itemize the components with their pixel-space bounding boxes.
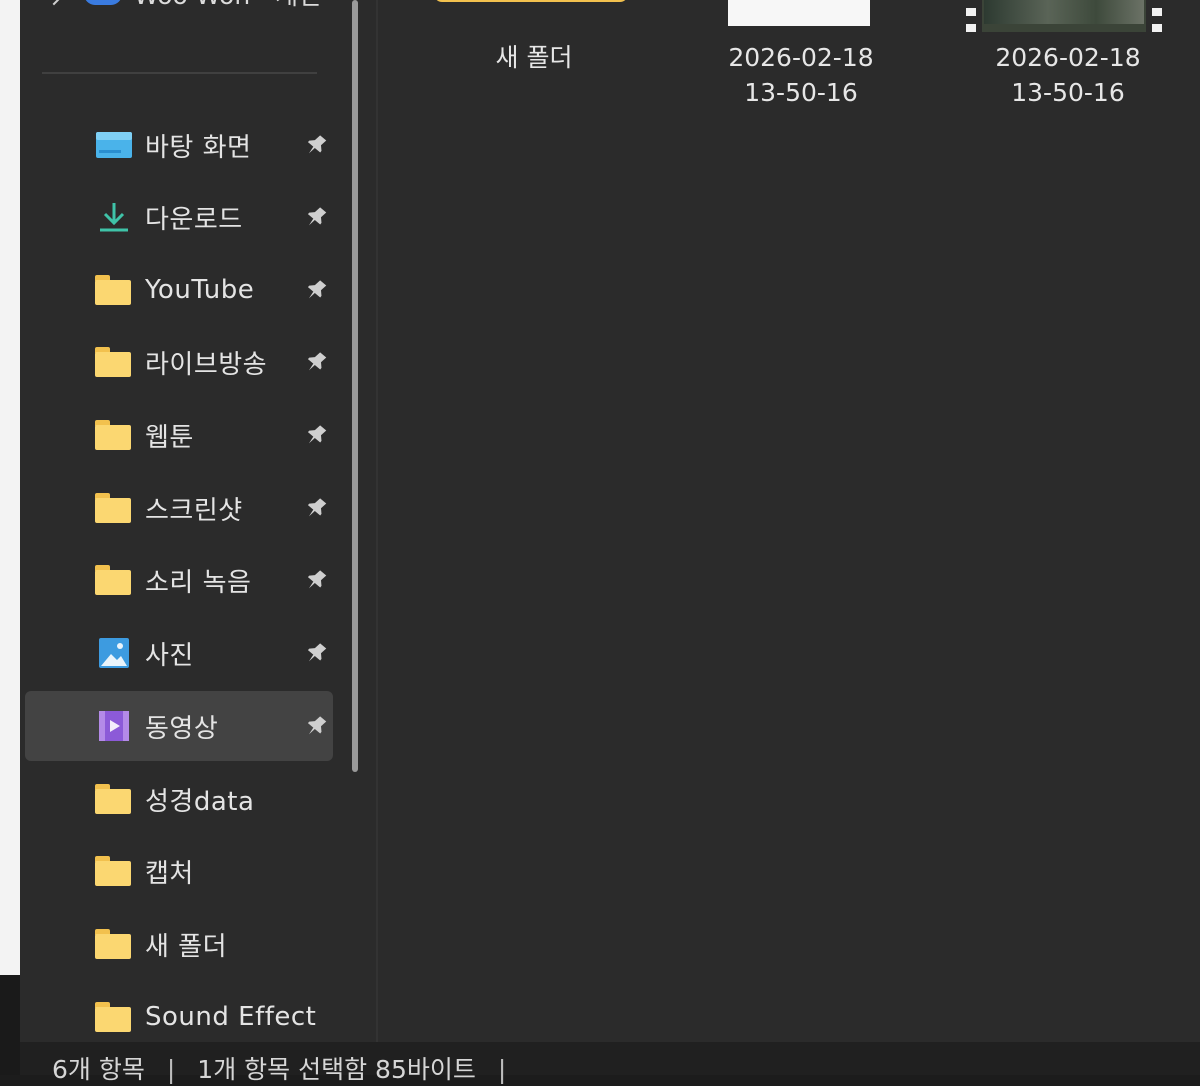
file-name-date: 2026-02-18 [728,43,874,72]
sidebar-item-screenshots[interactable]: 스크린샷 [25,473,333,543]
pin-icon[interactable] [303,277,329,303]
folder-thumbnail[interactable] [434,0,628,2]
selection-info: 1개 항목 선택함 85바이트 [197,1055,476,1084]
chevron-right-icon[interactable] [42,0,66,6]
sidebar-item-label: 다운로드 [145,204,243,235]
sidebar-item-capture[interactable]: 캡처 [25,836,333,906]
pin-icon[interactable] [303,495,329,521]
sidebar-item-bible-data[interactable]: 성경data [25,764,333,834]
film-strip-right [1146,0,1166,32]
pin-icon[interactable] [303,713,329,739]
image-thumbnail[interactable] [728,0,870,26]
nav-divider [42,72,317,74]
film-hole [966,8,976,16]
nav-scrollbar-thumb[interactable] [352,0,358,772]
folder-icon [95,420,133,450]
folder-icon [95,347,133,377]
sidebar-item-webtoon[interactable]: 웹툰 [25,400,333,470]
folder-icon [95,784,133,814]
nav-item-label: Woo Won - 개인 [134,0,324,12]
sidebar-item-new-folder[interactable]: 새 폴더 [25,909,333,979]
pictures-icon [99,638,129,668]
file-item-new-folder[interactable]: 새 폴더 [424,40,644,75]
sidebar-item-label: 스크린샷 [145,495,243,526]
pin-icon[interactable] [303,132,329,158]
film-hole [1152,8,1162,16]
sidebar-item-desktop[interactable]: 바탕 화면 [25,110,333,180]
folder-icon [95,929,133,959]
sidebar-item-pictures[interactable]: 사진 [25,618,333,688]
sidebar-item-live-broadcast[interactable]: 라이브방송 [25,327,333,397]
background-window-edge [0,0,20,975]
sidebar-item-label: 캡처 [145,858,194,889]
folder-icon [95,856,133,886]
status-text: 6개 항목 | 1개 항목 선택함 85바이트 | [52,1050,528,1086]
pin-icon[interactable] [303,204,329,230]
desktop-icon [96,132,132,158]
sidebar-item-label: 새 폴더 [145,931,228,962]
pin-icon[interactable] [303,640,329,666]
sidebar-item-label: 성경data [145,786,255,817]
file-name-time: 13-50-16 [1011,78,1125,107]
film-strip-left [962,0,982,32]
sidebar-item-label: 바탕 화면 [145,132,252,163]
videos-icon [99,711,129,741]
file-item-capture-1[interactable]: 2026-02-18 13-50-16 [691,40,911,110]
status-bar: 6개 항목 | 1개 항목 선택함 85바이트 | [20,1042,1200,1084]
video-frame-preview [984,0,1144,24]
pin-icon[interactable] [303,422,329,448]
sidebar-item-label: 웹툰 [145,422,194,453]
folder-icon [95,275,133,305]
status-separator: | [166,1055,176,1084]
sidebar-item-videos[interactable]: 동영상 [25,691,333,761]
file-list-pane[interactable] [378,0,1200,1042]
folder-icon [95,565,133,595]
download-icon [100,203,128,232]
sidebar-item-label: 소리 녹음 [145,567,252,598]
background-window-edge-dark [0,975,20,1075]
folder-icon [95,493,133,523]
pin-icon[interactable] [303,567,329,593]
video-thumbnail[interactable] [962,0,1166,32]
file-explorer-window: Woo Won - 개인 바탕 화면 다운로드 [0,0,1200,1084]
file-name: 새 폴더 [495,43,573,72]
status-separator: | [497,1055,507,1084]
film-hole [966,24,976,32]
folder-icon [95,1002,133,1032]
sidebar-item-label: 라이브방송 [145,349,268,380]
sidebar-item-sound-recordings[interactable]: 소리 녹음 [25,545,333,615]
file-name-date: 2026-02-18 [995,43,1141,72]
nav-item-onedrive[interactable]: Woo Won - 개인 [42,0,324,14]
pin-icon[interactable] [303,349,329,375]
file-item-capture-2[interactable]: 2026-02-18 13-50-16 [958,40,1178,110]
sidebar-item-label: Sound Effect [145,1002,317,1032]
item-count: 6개 항목 [52,1055,145,1084]
sidebar-item-downloads[interactable]: 다운로드 [25,182,333,252]
onedrive-cloud-icon [84,0,122,5]
sidebar-item-label: 동영상 [145,713,219,744]
file-name-time: 13-50-16 [744,78,858,107]
sidebar-item-label: YouTube [145,275,255,305]
sidebar-item-label: 사진 [145,640,194,671]
navigation-pane: Woo Won - 개인 바탕 화면 다운로드 [20,0,378,1042]
film-hole [1152,24,1162,32]
sidebar-item-youtube[interactable]: YouTube [25,255,333,325]
